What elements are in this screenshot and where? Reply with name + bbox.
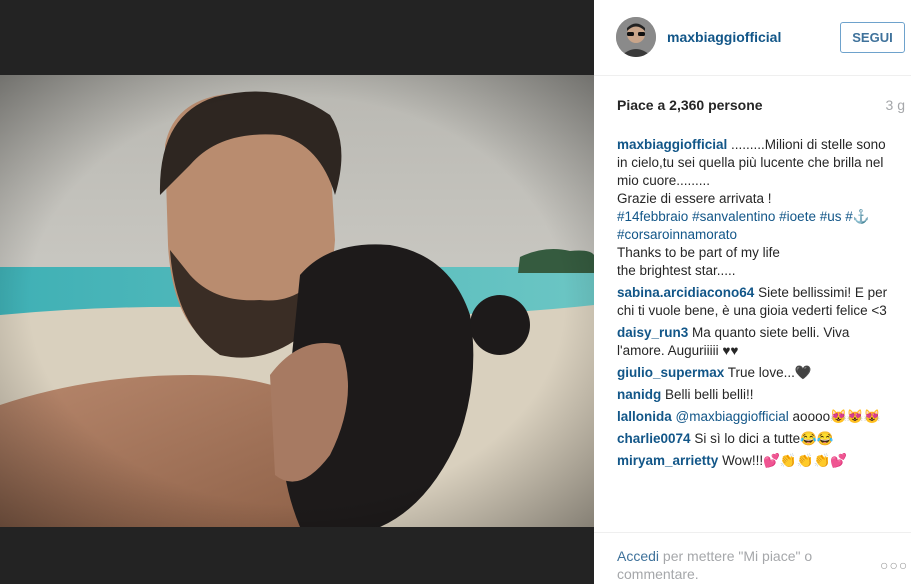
comment-item: charlie0074 Si sì lo dici a tutte😂😂 — [617, 430, 892, 448]
hashtag-link[interactable]: #corsaroinnamorato — [617, 227, 737, 242]
hashtag-link[interactable]: #14febbraio — [617, 209, 688, 224]
comment-text: aoooo😻😻😻 — [788, 409, 881, 424]
post-timestamp[interactable]: 3 g — [886, 97, 905, 113]
profile-picture — [616, 17, 656, 57]
comment-text: True love...🖤 — [724, 365, 812, 380]
hashtag-link[interactable]: #us — [820, 209, 842, 224]
beach-selfie-image — [0, 75, 594, 527]
comment-item: daisy_run3 Ma quanto siete belli. Viva l… — [617, 324, 892, 360]
follow-button[interactable]: SEGUI — [840, 22, 905, 53]
post-photo[interactable] — [0, 75, 594, 527]
comment-text: the brightest star..... — [617, 263, 736, 278]
post-sidebar: maxbiaggiofficial SEGUI Piace a 2,360 pe… — [594, 0, 911, 584]
comment-item: lallonida @maxbiaggiofficial aoooo😻😻😻 — [617, 408, 892, 426]
likes-count[interactable]: Piace a 2,360 persone — [617, 97, 763, 113]
post-footer: Accedi per mettere "Mi piace" o commenta… — [594, 532, 911, 584]
comment-username-link[interactable]: sabina.arcidiacono64 — [617, 285, 754, 300]
hashtag-link[interactable]: #sanvalentino — [692, 209, 775, 224]
login-prompt: Accedi per mettere "Mi piace" o commenta… — [617, 547, 847, 583]
hashtag-link[interactable]: @maxbiaggiofficial — [676, 409, 789, 424]
comment-username-link[interactable]: nanidg — [617, 387, 661, 402]
likes-row: Piace a 2,360 persone 3 g — [617, 97, 905, 117]
login-link[interactable]: Accedi — [617, 548, 659, 564]
comment-text: Thanks to be part of my life — [617, 245, 780, 260]
comment-username-link[interactable]: miryam_arrietty — [617, 453, 718, 468]
comment-username-link[interactable]: maxbiaggiofficial — [617, 137, 727, 152]
comment-item: nanidg Belli belli belli!! — [617, 386, 892, 404]
comment-username-link[interactable]: giulio_supermax — [617, 365, 724, 380]
avatar[interactable] — [616, 17, 656, 57]
comment-text: Si sì lo dici a tutte😂😂 — [690, 431, 834, 446]
comment-text: Wow!!!💕👏👏👏💕 — [718, 453, 848, 468]
comment-item: sabina.arcidiacono64 Siete bellissimi! E… — [617, 284, 892, 320]
comment-username-link[interactable]: daisy_run3 — [617, 325, 688, 340]
hashtag-link[interactable]: #ioete — [779, 209, 816, 224]
comments-list: maxbiaggiofficial .........Milioni di st… — [617, 136, 892, 532]
hashtag-link[interactable]: #⚓ — [845, 209, 869, 224]
header-username-link[interactable]: maxbiaggiofficial — [667, 29, 781, 45]
more-options-icon[interactable]: ○○○ — [880, 557, 908, 573]
comment-text: Grazie di essere arrivata ! — [617, 191, 772, 206]
comment-item: giulio_supermax True love...🖤 — [617, 364, 892, 382]
comment-username-link[interactable]: charlie0074 — [617, 431, 691, 446]
comment-text: Belli belli belli!! — [661, 387, 754, 402]
comment-item: maxbiaggiofficial .........Milioni di st… — [617, 136, 892, 280]
post-header: maxbiaggiofficial SEGUI — [594, 0, 911, 76]
comment-username-link[interactable]: lallonida — [617, 409, 672, 424]
media-pane — [0, 0, 594, 584]
comment-item: miryam_arrietty Wow!!!💕👏👏👏💕 — [617, 452, 892, 470]
